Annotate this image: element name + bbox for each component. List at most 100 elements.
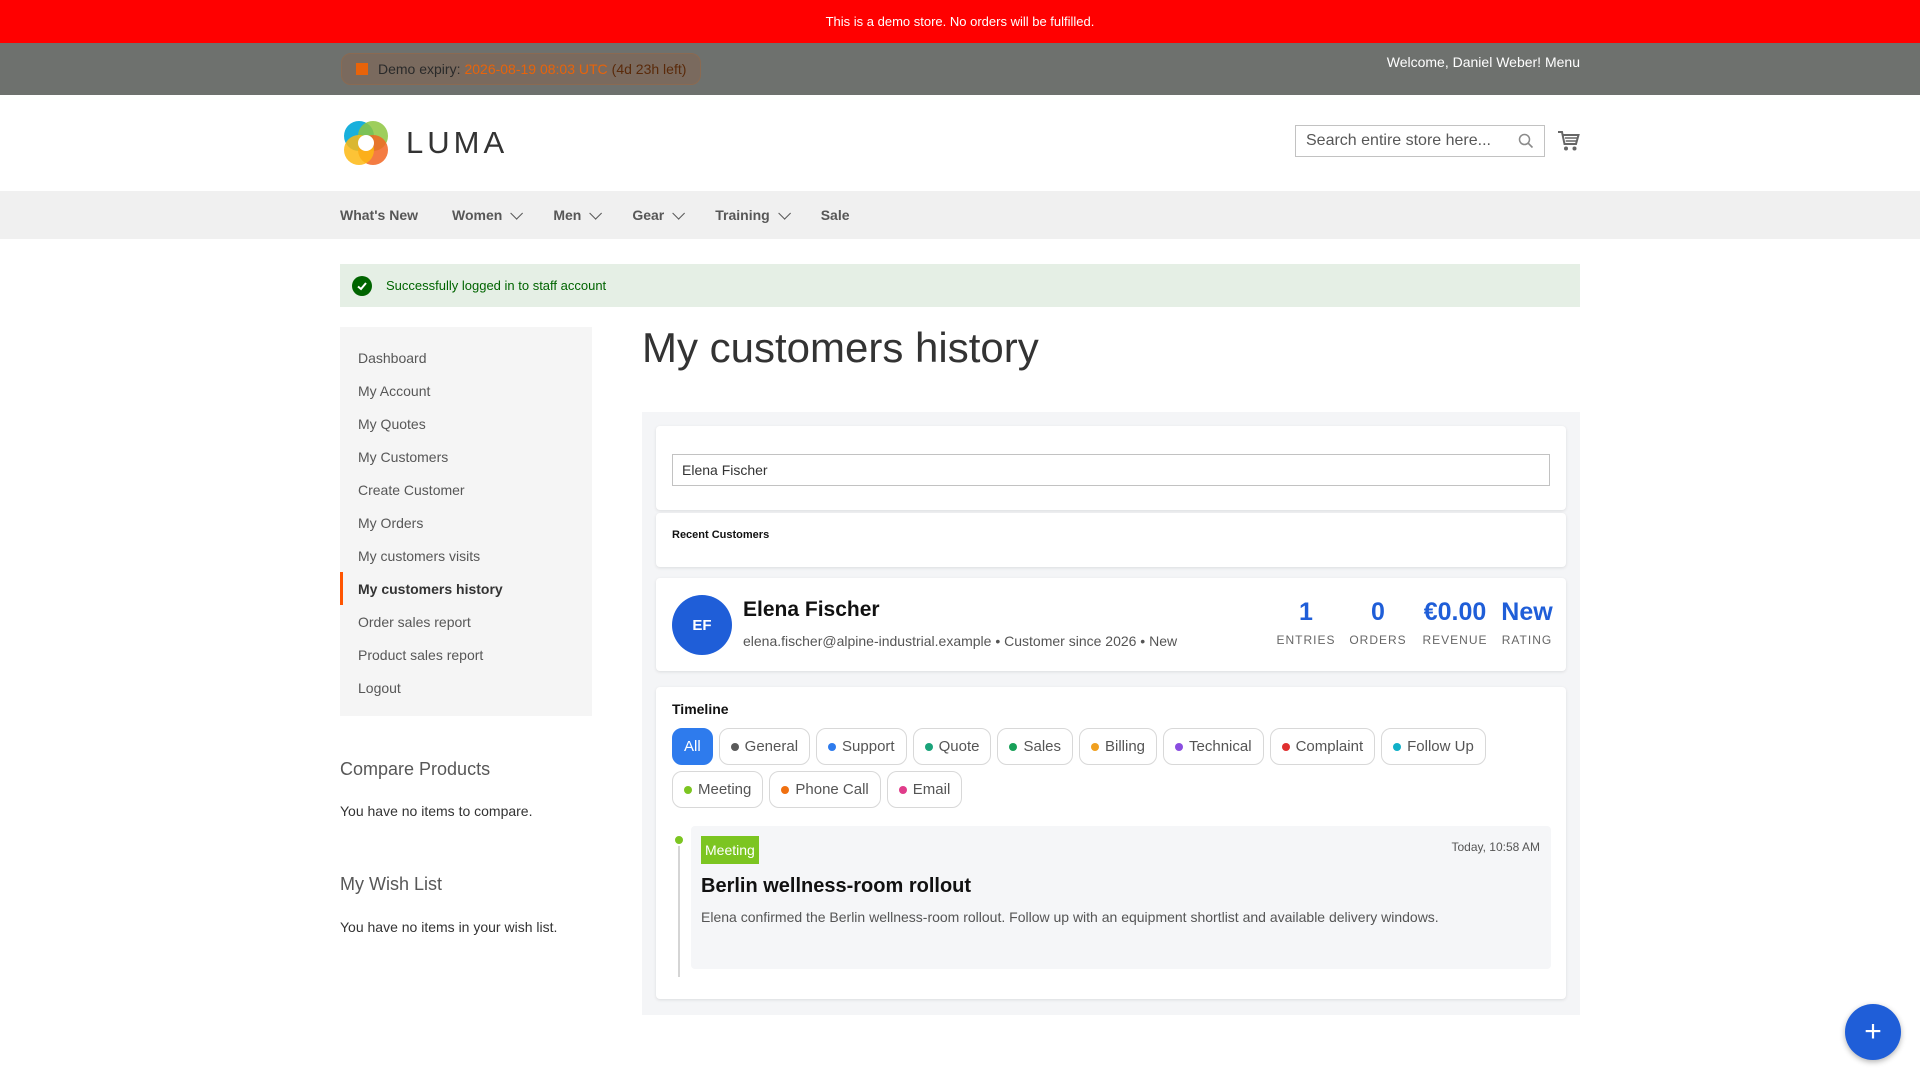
sidebar-item-my-customers-visits[interactable]: My customers visits xyxy=(340,539,592,572)
site-header xyxy=(0,95,1920,191)
filter-dot-icon xyxy=(1009,742,1018,751)
filter-chip-label: Billing xyxy=(1105,738,1146,755)
filter-dot-icon xyxy=(730,742,739,751)
filter-chip-general[interactable]: General xyxy=(718,728,811,765)
sidebar-item-my-account[interactable]: My Account xyxy=(340,374,592,407)
nav-item-label: Training xyxy=(715,207,770,223)
filter-chip-email[interactable]: Email xyxy=(886,771,963,808)
compare-products-text: You have no items to compare. xyxy=(340,803,533,819)
filter-dot-icon xyxy=(1281,742,1290,751)
logo-text: LUMA xyxy=(406,125,509,160)
sidebar-item-logout[interactable]: Logout xyxy=(340,671,592,704)
demo-notice-text: This is a demo store. No orders will be … xyxy=(825,14,1095,29)
check-circle-icon xyxy=(352,275,372,296)
account-sidebar: Dashboard My Account My Quotes My Customers… xyxy=(340,327,592,716)
timeline-filters: All General Support Quote Sales Billing Techni… xyxy=(672,728,1552,814)
expiry-label: Demo expiry: xyxy=(378,61,461,77)
history-content: Elena Fischer Recent Customers EF Elena … xyxy=(642,412,1580,1015)
expiry-square-icon xyxy=(356,63,368,75)
nav-list: What's New Women Men Gear Training Sale xyxy=(340,191,884,239)
filter-dot-icon xyxy=(1091,742,1099,751)
sidebar-item-dashboard[interactable]: Dashboard xyxy=(340,341,592,374)
expiry-date: 2026-08-19 08:03 UTC xyxy=(464,61,608,77)
filter-chip-technical[interactable]: Technical xyxy=(1163,728,1264,765)
filter-chip-phone-call[interactable]: Phone Call xyxy=(769,771,881,808)
sidebar-item-my-orders[interactable]: My Orders xyxy=(340,506,592,539)
timeline-card: Timeline All General Support Quote Sales Bill… xyxy=(656,687,1566,999)
sidebar-item-order-sales-report[interactable]: Order sales report xyxy=(340,605,592,638)
demo-notice-bar: This is a demo store. No orders will be … xyxy=(0,0,1920,43)
welcome-area: Welcome, Daniel Weber! Menu xyxy=(1387,54,1580,70)
stat-orders-label: ORDERS xyxy=(1349,633,1407,647)
filter-dot-icon xyxy=(1175,742,1184,751)
entry-title: Berlin wellness-room rollout xyxy=(701,875,972,897)
luma-logo[interactable]: LUMA xyxy=(340,117,508,169)
stat-revenue: €0.00 REVENUE xyxy=(1418,598,1492,647)
filter-chip-follow-up[interactable]: Follow Up xyxy=(1381,728,1486,765)
sidebar-item-my-customers-history[interactable]: My customers history xyxy=(340,572,592,605)
sidebar-item-my-quotes[interactable]: My Quotes xyxy=(340,407,592,440)
page-title: My customers history xyxy=(642,324,1039,371)
menu-link[interactable]: Menu xyxy=(1545,54,1580,70)
filter-chip-label: Follow Up xyxy=(1407,738,1474,755)
nav-item-women[interactable]: Women xyxy=(452,206,524,223)
nav-item-training[interactable]: Training xyxy=(715,206,791,223)
filter-chip-label: Email xyxy=(912,781,951,798)
stat-rating: New RATING xyxy=(1496,598,1558,647)
filter-chip-label: Technical xyxy=(1189,738,1252,755)
chevron-down-icon xyxy=(589,206,603,220)
add-entry-button[interactable]: + xyxy=(1845,1004,1901,1060)
luma-logo-icon xyxy=(344,121,388,165)
search-icon[interactable] xyxy=(1518,133,1534,149)
stat-rating-value: New xyxy=(1501,598,1553,626)
store-search-input[interactable]: Search entire store here... xyxy=(1295,125,1545,157)
filter-chip-label: Complaint xyxy=(1295,738,1364,755)
entry-time: Today, 10:58 AM xyxy=(1451,840,1541,854)
filter-chip-complaint[interactable]: Complaint xyxy=(1269,728,1376,765)
filter-chip-billing[interactable]: Billing xyxy=(1079,728,1158,765)
timeline-entry[interactable]: Meeting Today, 10:58 AM Berlin wellness-… xyxy=(691,826,1551,969)
customer-summary-card: EF Elena Fischer elena.fischer@alpine-in… xyxy=(656,578,1566,671)
stat-entries-value: 1 xyxy=(1299,598,1313,626)
customer-avatar: EF xyxy=(672,595,732,655)
success-text: Successfully logged in to staff account xyxy=(386,278,607,293)
filter-chip-sales[interactable]: Sales xyxy=(997,728,1073,765)
nav-item-sale[interactable]: Sale xyxy=(821,207,850,223)
filter-chip-label: Phone Call xyxy=(795,781,869,798)
search-placeholder: Search entire store here... xyxy=(1306,132,1491,149)
stat-revenue-value: €0.00 xyxy=(1423,598,1487,626)
customer-search-input[interactable]: Elena Fischer xyxy=(672,454,1550,486)
customer-search-card: Elena Fischer xyxy=(656,426,1566,510)
wishlist-title: My Wish List xyxy=(340,874,443,894)
main-navigation: What's New Women Men Gear Training Sale xyxy=(0,191,1920,239)
welcome-text: Welcome, Daniel Weber! xyxy=(1386,54,1542,70)
filter-chip-meeting[interactable]: Meeting xyxy=(672,771,764,808)
filter-chip-quote[interactable]: Quote xyxy=(912,728,992,765)
recent-customers-card: Recent Customers xyxy=(656,513,1566,567)
filter-chip-label: Quote xyxy=(938,738,980,755)
success-message: Successfully logged in to staff account xyxy=(340,264,1580,307)
sidebar-item-product-sales-report[interactable]: Product sales report xyxy=(340,638,592,671)
customer-name: Elena Fischer xyxy=(743,598,880,621)
timeline-line xyxy=(678,837,680,977)
nav-item-what-s-new[interactable]: What's New xyxy=(340,207,418,223)
sidebar-item-my-customers[interactable]: My Customers xyxy=(340,440,592,473)
expiry-remaining: (4d 23h left) xyxy=(611,61,687,77)
stat-orders-value: 0 xyxy=(1371,598,1385,626)
cart-icon[interactable] xyxy=(1557,129,1581,153)
filter-chip-all[interactable]: All xyxy=(672,728,713,765)
stat-entries: 1 ENTRIES xyxy=(1274,598,1338,647)
filter-chip-support[interactable]: Support xyxy=(816,728,907,765)
entry-body: Elena confirmed the Berlin wellness-room… xyxy=(701,909,1439,925)
filter-dot-icon xyxy=(1393,742,1402,751)
chevron-down-icon xyxy=(510,206,524,220)
filter-dot-icon xyxy=(781,785,790,794)
demo-expiry-badge: Demo expiry: 2026-08-19 08:03 UTC (4d 23… xyxy=(341,53,702,85)
filter-dot-icon xyxy=(828,742,837,751)
sidebar-item-create-customer[interactable]: Create Customer xyxy=(340,473,592,506)
nav-item-label: Gear xyxy=(632,207,665,223)
nav-item-gear[interactable]: Gear xyxy=(632,206,686,223)
timeline-title: Timeline xyxy=(672,701,729,717)
timeline-dot xyxy=(673,834,685,846)
nav-item-men[interactable]: Men xyxy=(553,206,603,223)
